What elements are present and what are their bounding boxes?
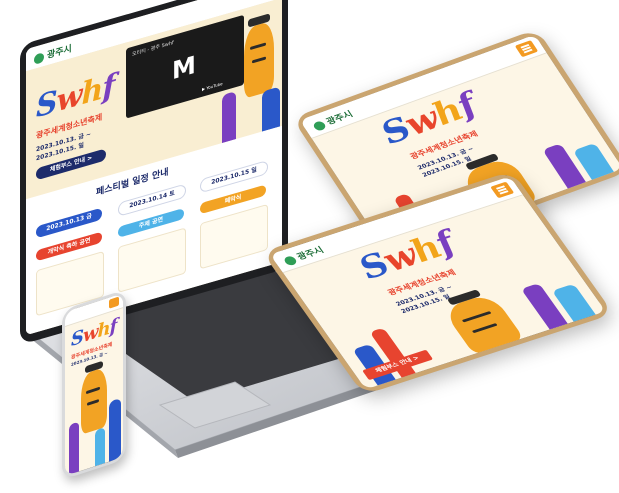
schedule-card — [200, 203, 268, 270]
video-title: 오티티 - 광주 Swhf — [132, 39, 174, 58]
building-shape — [69, 421, 79, 475]
leaf-icon — [34, 51, 44, 65]
phone: Swhf 광주세계청소년축제 2023.10.13. 금 ~ — [62, 289, 126, 480]
hamburger-menu-button[interactable] — [490, 181, 515, 199]
site-logo[interactable]: 광주시 — [310, 108, 355, 132]
leaf-icon — [282, 254, 298, 267]
swhf-logo: Swhf — [36, 67, 115, 126]
phone-website: Swhf 광주세계청소년축제 2023.10.13. 금 ~ — [65, 293, 123, 477]
logo-text: 광주시 — [324, 109, 356, 128]
logo-text: 광주시 — [295, 246, 327, 263]
building-shape — [95, 427, 105, 467]
site-logo[interactable]: 광주시 — [281, 244, 326, 267]
building-shape — [262, 86, 280, 132]
leaf-icon — [311, 119, 327, 132]
m-logo-icon: M — [172, 50, 196, 86]
tiger-mascot — [441, 289, 525, 356]
hamburger-menu-button[interactable] — [109, 296, 119, 309]
hamburger-menu-button[interactable] — [514, 40, 539, 58]
tiger-mascot — [244, 13, 274, 99]
youtube-watch-button[interactable]: ▶ YouTube — [202, 81, 223, 92]
device-mockup-scene: 광주시 Swhf 광주세계청소년축제 2023.10.13. 금 ~ 2023.… — [0, 0, 619, 493]
schedule-card — [118, 227, 186, 293]
building-shape — [222, 91, 236, 144]
tiger-mascot — [81, 360, 107, 435]
building-shape — [109, 397, 121, 462]
